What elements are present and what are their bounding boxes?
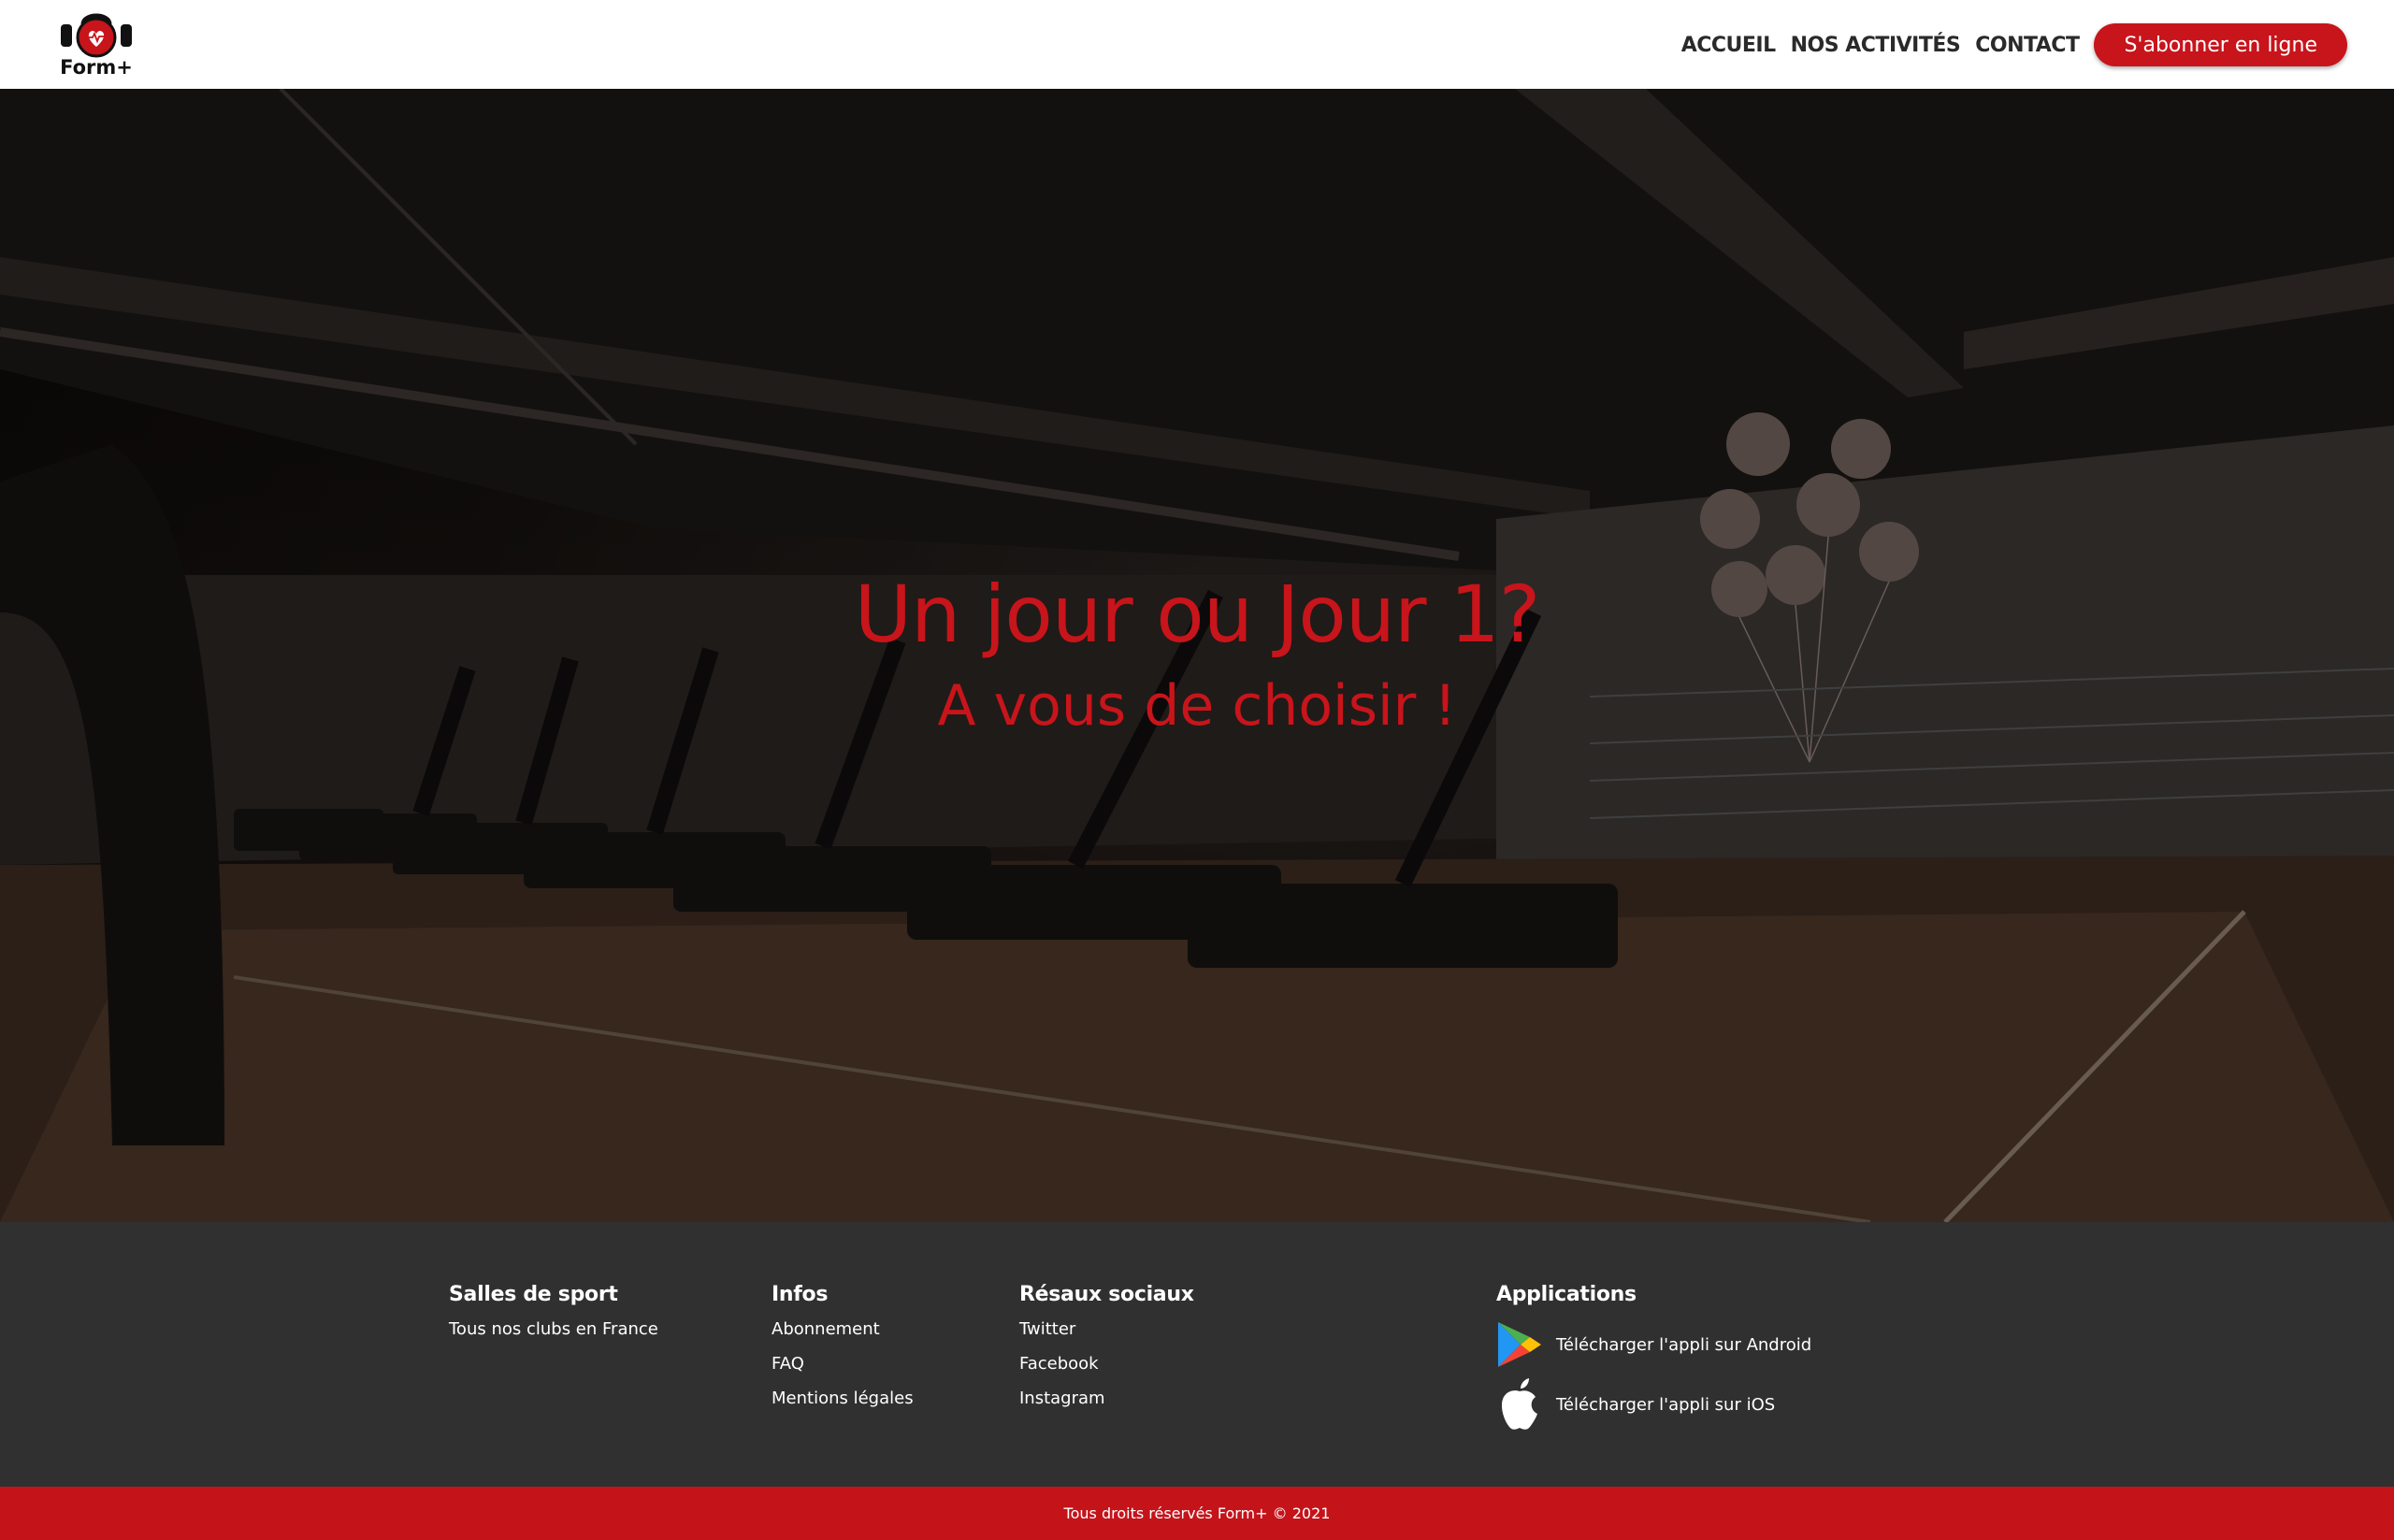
footer-link-facebook[interactable]: Facebook [1019,1354,1194,1374]
kettlebell-heart-icon [61,13,132,58]
footer-link-abonnement[interactable]: Abonnement [772,1319,914,1339]
nav-activites[interactable]: NOS ACTIVITÉS [1791,34,1961,57]
apple-icon [1501,1378,1537,1430]
android-app-label: Télécharger l'appli sur Android [1556,1334,1812,1355]
site-logo[interactable]: Form+ [59,11,134,82]
hero-title: Un jour ou Jour 1? [854,569,1541,660]
nav-accueil[interactable]: ACCUEIL [1681,34,1776,57]
footer-link-faq[interactable]: FAQ [772,1354,914,1374]
footer-link-instagram[interactable]: Instagram [1019,1389,1194,1408]
footer-col-infos: Infos Abonnement FAQ Mentions légales [772,1283,914,1423]
copyright-bar: Tous droits réservés Form+ © 2021 [0,1487,2394,1540]
footer-col-title: Applications [1496,1283,1637,1306]
footer-col-title: Salles de sport [449,1283,618,1306]
footer-col-social: Résaux sociaux Twitter Facebook Instagra… [1019,1283,1194,1423]
hero-banner: Un jour ou Jour 1? A vous de choisir ! [0,89,2394,1222]
copyright-text: Tous droits réservés Form+ © 2021 [1063,1504,1331,1522]
nav-contact[interactable]: CONTACT [1975,34,2080,57]
android-app-link[interactable]: Télécharger l'appli sur Android [1496,1319,1811,1370]
site-header: Form+ ACCUEIL NOS ACTIVITÉS CONTACT S'ab… [0,0,2394,89]
google-play-icon [1498,1322,1541,1367]
ios-app-label: Télécharger l'appli sur iOS [1556,1394,1776,1415]
footer-col-title: Résaux sociaux [1019,1283,1194,1306]
footer-col-salles: Salles de sport Tous nos clubs en France [449,1283,658,1354]
logo-text: Form+ [60,56,133,79]
site-footer: Salles de sport Tous nos clubs en France… [0,1222,2394,1487]
hero-subtitle: A vous de choisir ! [937,673,1457,739]
subscribe-button[interactable]: S'abonner en ligne [2094,23,2347,66]
main-nav: ACCUEIL NOS ACTIVITÉS CONTACT S'abonner … [1681,22,2347,67]
footer-link-mentions[interactable]: Mentions légales [772,1389,914,1408]
footer-col-apps: Applications Télécharger l'appli sur And… [1496,1283,1811,1439]
ios-app-link[interactable]: Télécharger l'appli sur iOS [1496,1378,1811,1430]
footer-link-twitter[interactable]: Twitter [1019,1319,1194,1339]
footer-col-title: Infos [772,1283,829,1306]
footer-link-clubs[interactable]: Tous nos clubs en France [449,1319,658,1339]
